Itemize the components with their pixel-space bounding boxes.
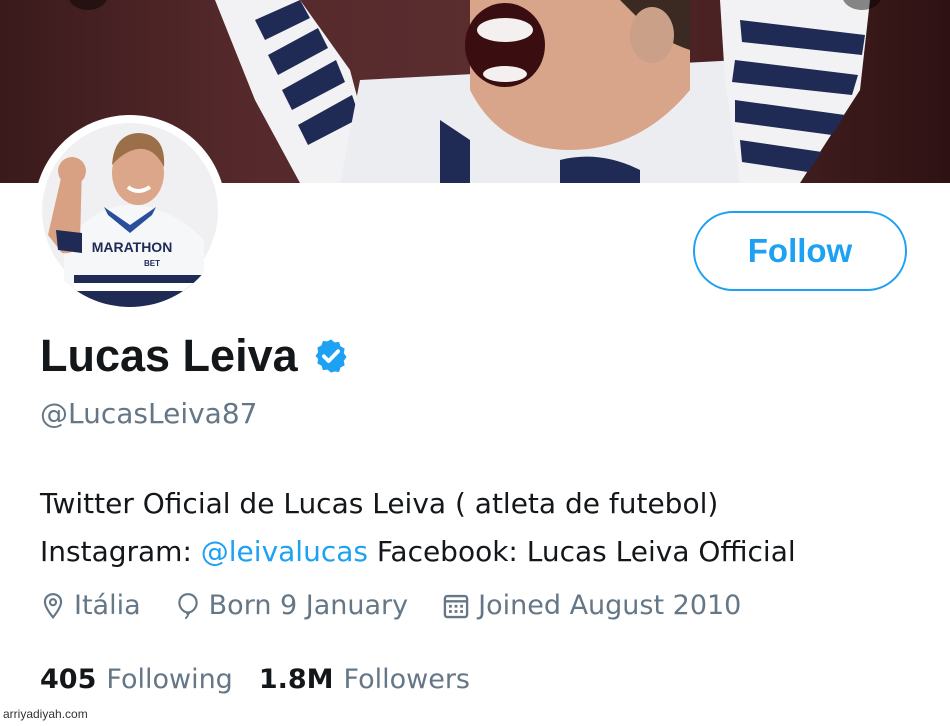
bio-line-1: Twitter Oficial de Lucas Leiva ( atleta … [40, 487, 719, 520]
following-label: Following [106, 664, 233, 695]
avatar-jersey-text: MARATHON [92, 239, 173, 255]
location-text: Itália [74, 590, 141, 621]
avatar-photo: MARATHON BET [42, 123, 218, 307]
birthday-text: Born 9 January [208, 590, 409, 621]
joined-text: Joined August 2010 [478, 590, 742, 621]
avatar[interactable]: MARATHON BET [34, 115, 226, 307]
follow-button[interactable]: Follow [693, 211, 907, 291]
location-item: Itália [40, 590, 141, 621]
bio-instagram-prefix: Instagram: [40, 535, 201, 568]
handle: @LucasLeiva87 [40, 397, 258, 430]
avatar-jersey-subtext: BET [144, 259, 160, 268]
instagram-mention-link[interactable]: @leivalucas [201, 535, 368, 568]
display-name-row: Lucas Leiva [40, 330, 350, 382]
following-count: 405 [40, 664, 97, 695]
verified-badge-icon [315, 339, 347, 373]
followers-count: 1.8M [258, 664, 334, 695]
followers-link[interactable]: 1.8M Followers [259, 664, 496, 695]
profile-meta: Itália Born 9 January Joined August 2010 [40, 590, 775, 621]
profile-stats: 405 Following 1.8M Followers [40, 664, 496, 695]
calendar-icon [443, 594, 469, 618]
display-name: Lucas Leiva [40, 330, 298, 381]
balloon-icon [177, 592, 198, 619]
location-pin-icon [43, 592, 63, 619]
watermark: arriyadiyah.com [3, 707, 88, 721]
followers-label: Followers [343, 664, 471, 695]
joined-item: Joined August 2010 [442, 590, 741, 621]
bio: Twitter Oficial de Lucas Leiva ( atleta … [40, 480, 796, 576]
bio-facebook-text: Facebook: Lucas Leiva Official [367, 535, 796, 568]
birthday-item: Born 9 January [175, 590, 408, 621]
following-link[interactable]: 405 Following [40, 664, 259, 695]
bio-line-2: Instagram: @leivalucas Facebook: Lucas L… [40, 528, 796, 576]
